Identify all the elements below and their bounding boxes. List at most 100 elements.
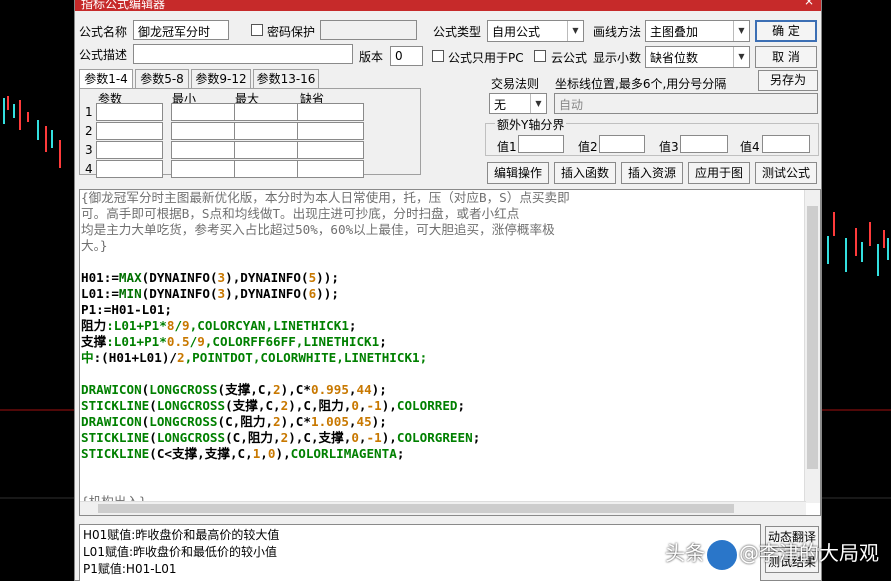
code-token: 2: [177, 350, 185, 365]
chevron-down-icon: ▼: [530, 94, 546, 113]
formula-name-field[interactable]: 御龙冠军分时: [133, 20, 229, 40]
param-cell[interactable]: [234, 160, 301, 178]
y-value-field[interactable]: [599, 135, 645, 153]
param-cell[interactable]: [96, 141, 163, 159]
ok-button[interactable]: 确 定: [755, 20, 817, 42]
code-line: 阻力:L01+P1*8/9,COLORCYAN,LINETHICK1;: [81, 318, 570, 334]
horizontal-scrollbar[interactable]: [80, 501, 806, 515]
code-token: L01: [81, 286, 104, 301]
formula-type-select[interactable]: 自用公式 ▼: [487, 20, 584, 42]
scroll-thumb[interactable]: [98, 504, 734, 513]
code-token: ));: [316, 286, 339, 301]
cloud-checkbox[interactable]: [534, 50, 546, 62]
param-cell[interactable]: [297, 160, 364, 178]
trade-rule-select[interactable]: 无 ▼: [489, 93, 547, 114]
code-token: STICKLINE: [81, 446, 150, 461]
param-cell[interactable]: [234, 122, 301, 140]
param-cell[interactable]: [171, 103, 238, 121]
param-cell[interactable]: [297, 103, 364, 121]
y-value-field[interactable]: [762, 135, 810, 153]
apply-to-chart-button[interactable]: 应用于图: [688, 162, 750, 184]
insert-function-button[interactable]: 插入函数: [554, 162, 616, 184]
decimals-select[interactable]: 缺省位数 ▼: [645, 46, 750, 68]
tab-params-1-4[interactable]: 参数1-4: [79, 69, 133, 88]
param-cell[interactable]: [234, 103, 301, 121]
code-text[interactable]: {御龙冠军分时主图最新优化版，本分时为本人日常使用，托，压（对应B，S）点买卖即…: [81, 190, 570, 510]
draw-method-select[interactable]: 主图叠加 ▼: [645, 20, 750, 42]
code-token: :=: [103, 286, 119, 301]
decimals-label: 显示小数: [593, 51, 642, 65]
vertical-scrollbar[interactable]: [804, 190, 820, 503]
param-row-label: 4: [85, 162, 93, 176]
code-token: MAX: [118, 270, 142, 285]
edit-operations-button[interactable]: 编辑操作: [487, 162, 549, 184]
code-token: 2: [273, 414, 281, 429]
code-editor[interactable]: {御龙冠军分时主图最新优化版，本分时为本人日常使用，托，压（对应B，S）点买卖即…: [79, 189, 821, 516]
y-value-field[interactable]: [680, 135, 728, 153]
tab-params-9-12[interactable]: 参数9-12: [191, 69, 251, 88]
code-token: LONGCROSS: [149, 414, 218, 429]
code-line: {御龙冠军分时主图最新优化版，本分时为本人日常使用，托，压（对应B，S）点买卖即: [81, 190, 570, 206]
code-token: :L01+P1*: [106, 334, 167, 349]
cancel-button[interactable]: 取 消: [755, 46, 817, 68]
param-cell[interactable]: [171, 122, 238, 140]
chevron-down-icon: ▼: [733, 47, 749, 67]
param-cell[interactable]: [171, 160, 238, 178]
pc-only-checkbox[interactable]: [432, 50, 444, 62]
code-token: (: [149, 398, 157, 413]
title-bar[interactable]: 指标公式编辑器 ×: [75, 0, 821, 11]
y-value-field[interactable]: [518, 135, 564, 153]
test-formula-button[interactable]: 测试公式: [755, 162, 817, 184]
scroll-thumb[interactable]: [807, 206, 818, 469]
code-token: (: [209, 286, 218, 301]
param-cell[interactable]: [171, 141, 238, 159]
formula-description-field[interactable]: [133, 44, 353, 64]
code-token: 3: [217, 270, 226, 285]
param-cell[interactable]: [297, 141, 364, 159]
password-label: 密码保护: [267, 25, 316, 39]
code-token: STICKLINE: [81, 398, 150, 413]
tab-params-5-8[interactable]: 参数5-8: [135, 69, 189, 88]
code-token: 支撑: [81, 334, 107, 349]
code-token: (C,阻力,: [217, 414, 274, 429]
description-label: 公式描述: [79, 48, 128, 62]
code-token: ),: [381, 430, 397, 445]
version-field[interactable]: 0: [390, 46, 423, 66]
y-axis-group-label: 额外Y轴分界: [495, 116, 567, 133]
formula-editor-dialog: 指标公式编辑器 × 公式名称 御龙冠军分时 密码保护 公式类型 自用公式 ▼ 画线…: [74, 0, 822, 581]
y-value-label: 值1: [497, 140, 517, 154]
param-cell[interactable]: [96, 160, 163, 178]
explanation-line: H01赋值:昨收盘价和最高价的较大值: [83, 528, 280, 542]
decimals-value: 缺省位数: [650, 51, 699, 65]
code-token: (C,阻力,: [225, 430, 281, 445]
insert-resource-button[interactable]: 插入资源: [621, 162, 683, 184]
coord-field[interactable]: 自动: [554, 93, 818, 114]
code-token: STICKLINE: [81, 430, 150, 445]
window-title: 指标公式编辑器: [81, 0, 166, 11]
code-token: LINETHICK1: [273, 318, 349, 333]
close-icon[interactable]: ×: [801, 0, 817, 9]
param-row-label: 3: [85, 143, 93, 157]
tab-params-13-16[interactable]: 参数13-16: [253, 69, 319, 88]
param-cell[interactable]: [96, 103, 163, 121]
watermark: 头条 @李津的大局观: [665, 537, 879, 570]
pc-only-label: 公式只用于PC: [448, 51, 524, 65]
params-table: 参数 最小 最大 缺省 1 2 3 4: [79, 88, 421, 178]
param-row-label: 2: [85, 124, 93, 138]
param-cell[interactable]: [297, 122, 364, 140]
password-checkbox[interactable]: [251, 24, 263, 36]
code-token: ,: [348, 382, 357, 397]
code-token: ;: [457, 398, 466, 413]
save-as-button[interactable]: 另存为: [758, 70, 818, 91]
password-field[interactable]: [320, 20, 417, 40]
code-line: 均是主力大单吃货，参考买入占比超过50%，60%以上最佳，可大胆追买，涨停概率极: [81, 222, 570, 238]
code-token: );: [371, 414, 387, 429]
param-cell[interactable]: [96, 122, 163, 140]
code-token: (: [300, 286, 309, 301]
code-token: ),: [225, 270, 241, 285]
code-token: (: [149, 430, 157, 445]
code-token: DYNAINFO: [240, 286, 301, 301]
param-cell[interactable]: [234, 141, 301, 159]
code-line: 大。}: [81, 238, 570, 254]
